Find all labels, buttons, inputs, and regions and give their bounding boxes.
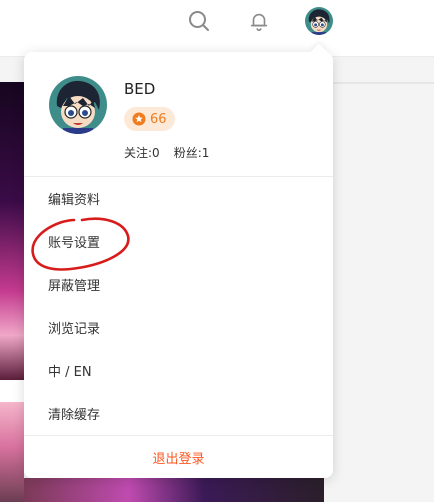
menu-item-label: 编辑资料	[48, 193, 101, 208]
level-star-icon	[132, 112, 146, 126]
background-gap	[0, 380, 24, 402]
top-bar	[0, 0, 434, 57]
menu-item-edit-profile[interactable]: 编辑资料	[24, 177, 333, 220]
menu-item-language[interactable]: 中 / EN	[24, 349, 333, 392]
followers-count[interactable]: 粉丝:1	[174, 144, 210, 161]
follow-stats: 关注:0 粉丝:1	[124, 144, 209, 161]
menu-item-label: 账号设置	[48, 236, 101, 251]
background-image-left-bottom	[0, 402, 24, 502]
level-badge: 66	[124, 107, 175, 131]
menu-item-label: 中 / EN	[48, 365, 92, 380]
search-icon[interactable]	[186, 8, 212, 34]
menu-item-browsing-history[interactable]: 浏览记录	[24, 306, 333, 349]
background-divider	[333, 82, 434, 84]
menu-item-block-management[interactable]: 屏蔽管理	[24, 263, 333, 306]
username: BED	[124, 80, 156, 98]
menu-item-clear-cache[interactable]: 清除缓存	[24, 392, 333, 435]
menu-item-account-settings[interactable]: 账号设置	[24, 220, 333, 263]
user-dropdown-menu: BED 66 关注:0 粉丝:1 编辑资料 账号设置 屏蔽管理 浏览记录 中 /…	[24, 52, 333, 478]
background-image-bottom	[24, 478, 324, 502]
avatar[interactable]	[305, 7, 333, 35]
profile-avatar[interactable]	[49, 76, 107, 134]
logout-button[interactable]: 退出登录	[24, 436, 333, 478]
menu-list: 编辑资料 账号设置 屏蔽管理 浏览记录 中 / EN 清除缓存	[24, 177, 333, 435]
background-image-left	[0, 82, 24, 380]
menu-item-label: 屏蔽管理	[48, 279, 101, 294]
menu-item-label: 清除缓存	[48, 408, 101, 423]
profile-section: BED 66 关注:0 粉丝:1	[24, 52, 333, 176]
menu-item-label: 浏览记录	[48, 322, 101, 337]
following-count[interactable]: 关注:0	[124, 144, 160, 161]
level-number: 66	[150, 111, 167, 127]
bell-icon[interactable]	[246, 8, 272, 34]
